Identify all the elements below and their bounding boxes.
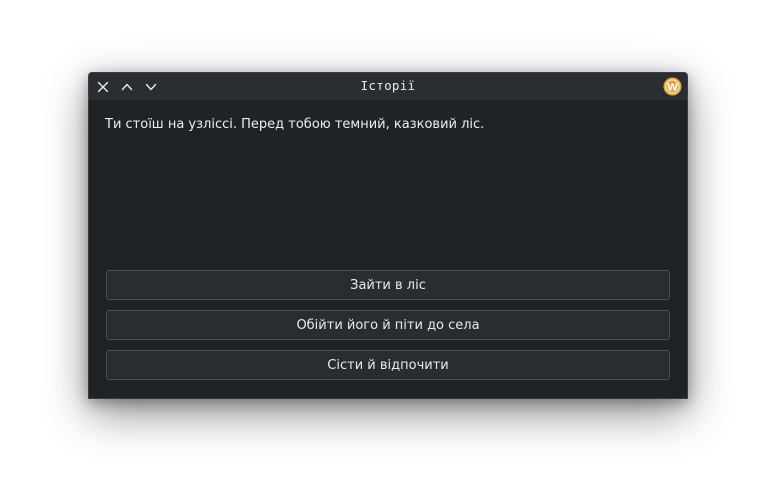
choice-button-rest[interactable]: Сісти й відпочити [106,350,670,380]
app-logo-letter: W [667,82,678,93]
choice-button-go-to-village[interactable]: Обійти його й піти до села [106,310,670,340]
choice-button-enter-forest[interactable]: Зайти в ліс [106,270,670,300]
app-logo-icon: W [663,77,682,96]
window-title: Історії [360,78,416,93]
story-window: Історії W Ти стоїш на узліссі. Перед тоб… [88,72,688,399]
story-text: Ти стоїш на узліссі. Перед тобою темний,… [105,117,485,132]
title-bar[interactable]: Історії W [89,73,687,100]
